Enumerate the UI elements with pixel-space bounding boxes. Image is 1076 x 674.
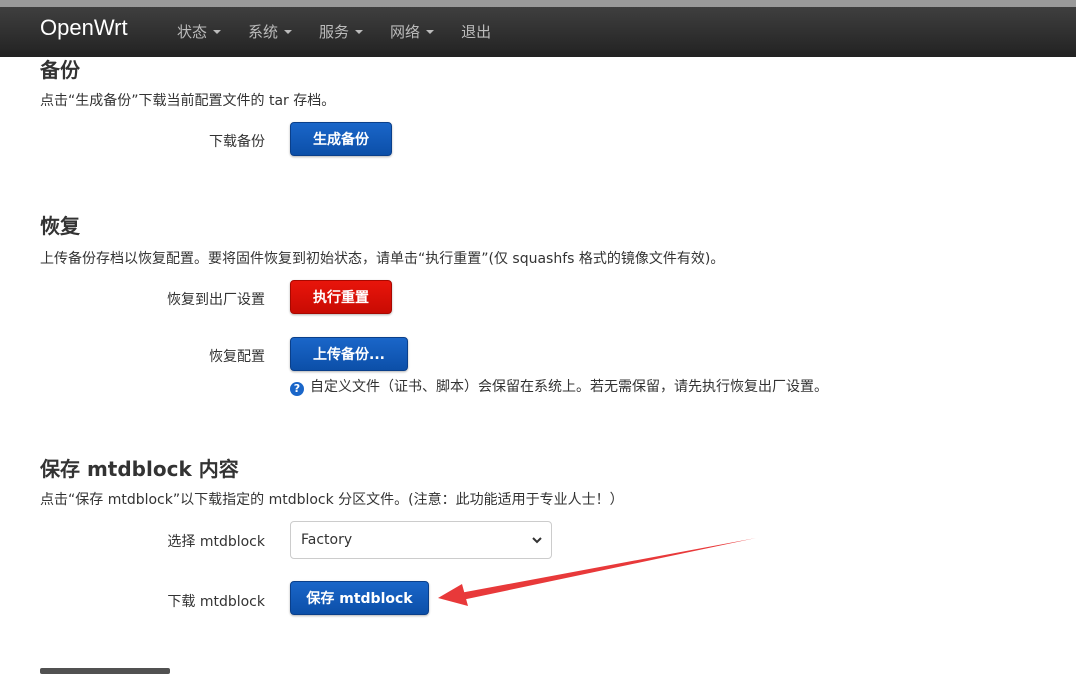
menu-network-label: 网络 — [390, 23, 421, 41]
restore-hint: ? 自定义文件（证书、脚本）会保留在系统上。若无需保留，请先执行恢复出厂设置。 — [290, 376, 828, 396]
download-backup-label: 下载备份 — [209, 134, 265, 150]
help-icon: ? — [290, 382, 304, 396]
restore-config-label: 恢复配置 — [209, 349, 265, 365]
brand-logo[interactable]: OpenWrt — [40, 15, 128, 41]
menu-logout-label: 退出 — [461, 23, 492, 41]
menu-services-label: 服务 — [319, 23, 350, 41]
generate-backup-button[interactable]: 生成备份 — [290, 122, 392, 156]
backup-description: 点击“生成备份”下载当前配置文件的 tar 存档。 — [40, 93, 336, 109]
caret-down-icon — [213, 29, 222, 34]
save-mtdblock-button[interactable]: 保存 mtdblock — [290, 581, 429, 615]
restore-title: 恢复 — [40, 214, 80, 238]
menu-logout[interactable]: 退出 — [461, 21, 491, 42]
top-navbar: OpenWrt 状态 系统 服务 网络 退出 — [0, 0, 1076, 57]
main-menu: 状态 系统 服务 网络 退出 — [177, 21, 518, 42]
annotation-arrow-head — [438, 584, 468, 606]
upload-backup-button[interactable]: 上传备份... — [290, 337, 408, 371]
caret-down-icon — [284, 29, 293, 34]
factory-reset-label: 恢复到出厂设置 — [167, 292, 265, 308]
menu-network[interactable]: 网络 — [390, 21, 435, 42]
menu-status-label: 状态 — [177, 23, 208, 41]
menu-status[interactable]: 状态 — [177, 21, 222, 42]
perform-reset-button[interactable]: 执行重置 — [290, 280, 392, 314]
menu-system[interactable]: 系统 — [248, 21, 293, 42]
mtdblock-select-value: Factory — [301, 532, 353, 548]
mtdblock-select[interactable]: Factory — [290, 521, 552, 559]
caret-down-icon — [355, 29, 364, 34]
download-mtdblock-label: 下载 mtdblock — [167, 594, 265, 610]
caret-down-icon — [426, 29, 435, 34]
backup-title: 备份 — [40, 58, 80, 82]
restore-hint-text: 自定义文件（证书、脚本）会保留在系统上。若无需保留，请先执行恢复出厂设置。 — [310, 379, 828, 395]
next-section-title-clipped — [40, 664, 180, 674]
chevron-down-icon — [532, 537, 542, 544]
mtdblock-description: 点击“保存 mtdblock”以下载指定的 mtdblock 分区文件。(注意：… — [40, 492, 624, 508]
select-mtdblock-label: 选择 mtdblock — [167, 534, 265, 550]
mtdblock-title: 保存 mtdblock 内容 — [40, 457, 239, 481]
menu-system-label: 系统 — [248, 23, 279, 41]
menu-services[interactable]: 服务 — [319, 21, 364, 42]
restore-description: 上传备份存档以恢复配置。要将固件恢复到初始状态，请单击“执行重置”(仅 squa… — [40, 251, 725, 267]
